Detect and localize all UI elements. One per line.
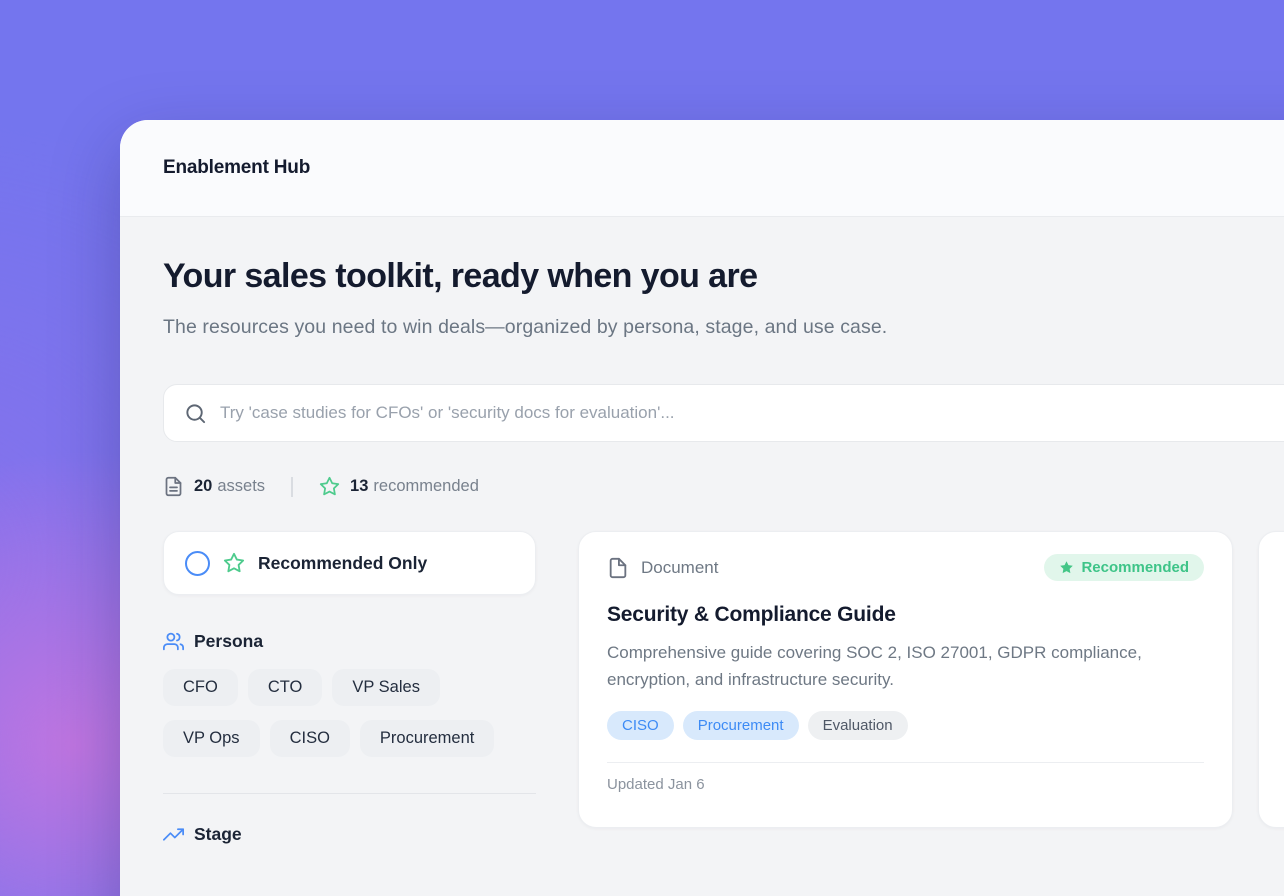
search-input[interactable] <box>220 403 1284 423</box>
recommended-count: 13 <box>350 477 368 496</box>
document-icon <box>607 557 629 579</box>
stats-bar: 20 assets 13 recommended <box>163 476 1284 497</box>
sidebar-divider <box>163 793 536 794</box>
persona-chip-cto[interactable]: CTO <box>248 669 323 706</box>
card-divider <box>607 762 1204 763</box>
recommended-only-toggle[interactable]: Recommended Only <box>163 531 536 595</box>
tag-ciso: CISO <box>607 711 674 740</box>
assets-label: assets <box>217 477 265 496</box>
persona-chip-procurement[interactable]: Procurement <box>360 720 494 757</box>
persona-chip-vp-sales[interactable]: VP Sales <box>332 669 440 706</box>
app-title: Enablement Hub <box>163 157 310 179</box>
asset-type-label: Document <box>641 558 718 578</box>
star-icon <box>223 552 245 574</box>
page-title: Your sales toolkit, ready when you are <box>163 257 1284 296</box>
recommended-only-label: Recommended Only <box>258 553 427 574</box>
panel-header: Enablement Hub <box>120 120 1284 217</box>
asset-card[interactable]: Document Recommended Security & Complian… <box>578 531 1233 828</box>
radio-unchecked-icon[interactable] <box>185 551 210 576</box>
asset-title: Security & Compliance Guide <box>607 603 1204 627</box>
users-icon <box>163 631 184 652</box>
cards-area: Document Recommended Security & Complian… <box>578 531 1284 828</box>
asset-card-partial[interactable] <box>1258 531 1284 828</box>
filters-sidebar: Recommended Only Persona CFO CTO VP Sale… <box>163 531 536 845</box>
card-type-row: Document Recommended <box>607 554 1204 581</box>
assets-count: 20 <box>194 477 212 496</box>
search-icon <box>184 402 207 425</box>
star-icon <box>319 476 340 497</box>
page-subtitle: The resources you need to win deals—orga… <box>163 310 893 344</box>
asset-tag-row: CISO Procurement Evaluation <box>607 711 1204 740</box>
asset-updated: Updated Jan 6 <box>607 776 1204 793</box>
recommended-badge: Recommended <box>1044 554 1204 581</box>
tag-procurement: Procurement <box>683 711 799 740</box>
persona-chip-cfo[interactable]: CFO <box>163 669 238 706</box>
persona-section-heading: Persona <box>163 631 536 652</box>
main-panel: Enablement Hub Your sales toolkit, ready… <box>120 120 1284 896</box>
asset-description: Comprehensive guide covering SOC 2, ISO … <box>607 640 1197 694</box>
persona-chip-group: CFO CTO VP Sales VP Ops CISO Procurement <box>163 669 536 757</box>
recommended-label: recommended <box>373 477 478 496</box>
trending-up-icon <box>163 824 184 845</box>
content-row: Recommended Only Persona CFO CTO VP Sale… <box>163 531 1284 845</box>
recommended-badge-label: Recommended <box>1081 559 1189 576</box>
persona-chip-vp-ops[interactable]: VP Ops <box>163 720 260 757</box>
persona-heading-label: Persona <box>194 631 263 652</box>
persona-chip-ciso[interactable]: CISO <box>270 720 350 757</box>
stage-section-heading: Stage <box>163 824 536 845</box>
search-bar[interactable] <box>163 384 1284 442</box>
stage-heading-label: Stage <box>194 824 242 845</box>
star-filled-icon <box>1059 560 1074 575</box>
file-text-icon <box>163 476 184 497</box>
stats-divider <box>291 477 293 497</box>
tag-evaluation: Evaluation <box>808 711 908 740</box>
panel-body: Your sales toolkit, ready when you are T… <box>120 217 1284 845</box>
